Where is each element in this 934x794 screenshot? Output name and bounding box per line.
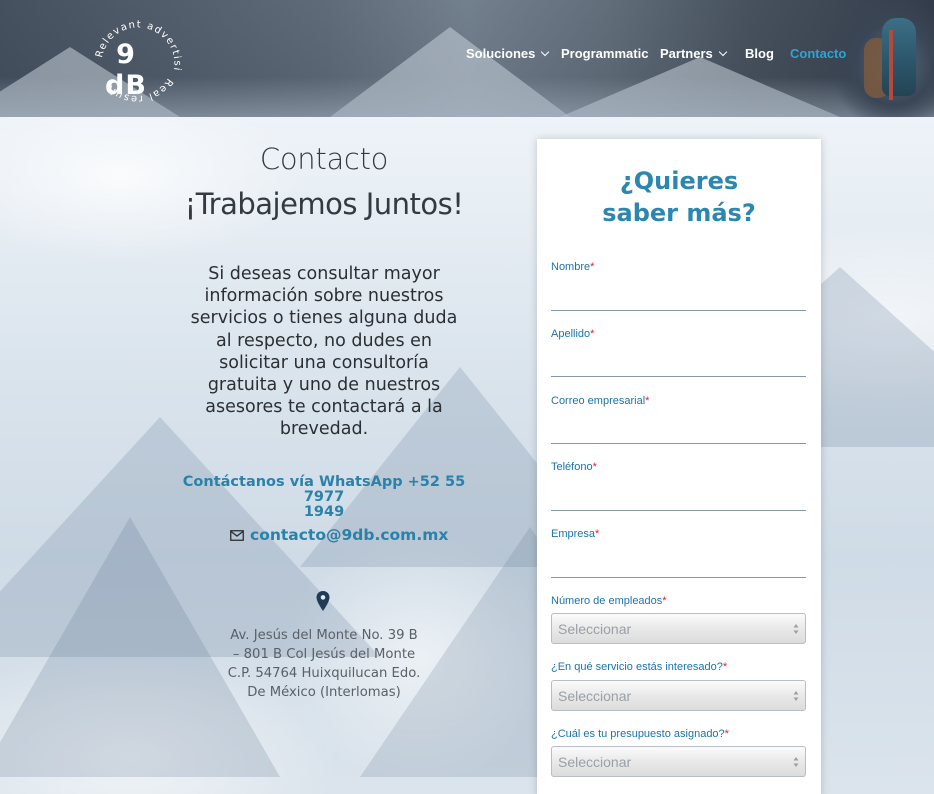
correo-label: Correo empresarial* xyxy=(551,395,650,407)
whatsapp-number-end: 1949 xyxy=(303,504,345,520)
contact-description: Si deseas consultar mayor información so… xyxy=(190,264,458,440)
nav-label: Soluciones xyxy=(466,46,536,61)
empresa-field[interactable] xyxy=(551,554,806,578)
empleados-select[interactable]: Seleccionar xyxy=(551,613,806,644)
nav-partners[interactable]: Partners xyxy=(660,46,727,61)
select-value: Seleccionar xyxy=(558,620,632,637)
office-address: Av. Jesús del Monte No. 39 B – 801 B Col… xyxy=(227,628,421,700)
empresa-label: Empresa* xyxy=(551,528,600,540)
required-mark: * xyxy=(590,261,595,273)
apellido-label: Apellido* xyxy=(551,328,595,340)
form-title-line2: saber más? xyxy=(602,199,756,227)
chevron-down-icon xyxy=(718,47,727,57)
required-mark: * xyxy=(590,328,595,340)
nombre-field[interactable] xyxy=(551,287,806,311)
select-arrows-icon xyxy=(793,757,799,767)
nav-blog[interactable]: Blog xyxy=(745,46,774,61)
presupuesto-label: ¿Cuál es tu presupuesto asignado?* xyxy=(551,728,729,740)
email-address: contacto@9db.com.mx xyxy=(250,526,449,544)
logo-wordmark: 9 dB xyxy=(105,39,147,101)
site-logo[interactable]: Relevant advertising Real results 9 dB xyxy=(84,0,188,108)
required-mark: * xyxy=(724,728,729,740)
site-header: Relevant advertising Real results 9 dB S… xyxy=(0,0,934,117)
nav-label: Contacto xyxy=(790,46,847,61)
empleados-label: Número de empleados* xyxy=(551,595,667,607)
nav-contacto[interactable]: Contacto xyxy=(790,46,846,61)
page-subtitle: ¡Trabajemos Juntos! xyxy=(184,187,464,221)
contact-form: ¿Quieres saber más? Nombre* Apellido* Co… xyxy=(537,139,821,794)
map-pin-icon xyxy=(316,591,330,611)
hiker-image xyxy=(834,0,934,117)
envelope-icon xyxy=(230,529,244,541)
chevron-down-icon xyxy=(541,47,550,57)
apellido-field[interactable] xyxy=(551,353,806,377)
whatsapp-link[interactable]: Contáctanos vía WhatsApp +52 55 7977 194… xyxy=(182,475,466,520)
select-value: Seleccionar xyxy=(558,687,632,704)
nav-programmatic[interactable]: Programmatic xyxy=(561,46,648,61)
page-title: Contacto xyxy=(259,142,389,176)
nav-label: Partners xyxy=(660,46,713,61)
servicio-label: ¿En qué servicio estás interesado?* xyxy=(551,661,728,673)
select-arrows-icon xyxy=(793,624,799,634)
email-link[interactable]: contacto@9db.com.mx xyxy=(230,525,448,545)
telefono-label: Teléfono* xyxy=(551,461,597,473)
telefono-field[interactable] xyxy=(551,487,806,511)
select-arrows-icon xyxy=(793,691,799,701)
presupuesto-select[interactable]: Seleccionar xyxy=(551,746,806,777)
required-mark: * xyxy=(595,528,600,540)
servicio-select[interactable]: Seleccionar xyxy=(551,680,806,711)
nav-label: Blog xyxy=(745,46,774,61)
nav-label: Programmatic xyxy=(561,46,649,61)
whatsapp-text: Contáctanos vía WhatsApp +52 55 7977 xyxy=(182,474,466,505)
required-mark: * xyxy=(645,395,650,407)
required-mark: * xyxy=(722,661,728,673)
nombre-label: Nombre* xyxy=(551,261,595,273)
select-value: Seleccionar xyxy=(558,753,632,770)
required-mark: * xyxy=(592,461,597,473)
form-title-line1: ¿Quieres xyxy=(619,167,739,195)
form-title: ¿Quieres saber más? xyxy=(537,165,821,229)
correo-field[interactable] xyxy=(551,420,806,444)
required-mark: * xyxy=(662,595,667,607)
nav-soluciones[interactable]: Soluciones xyxy=(466,46,550,61)
